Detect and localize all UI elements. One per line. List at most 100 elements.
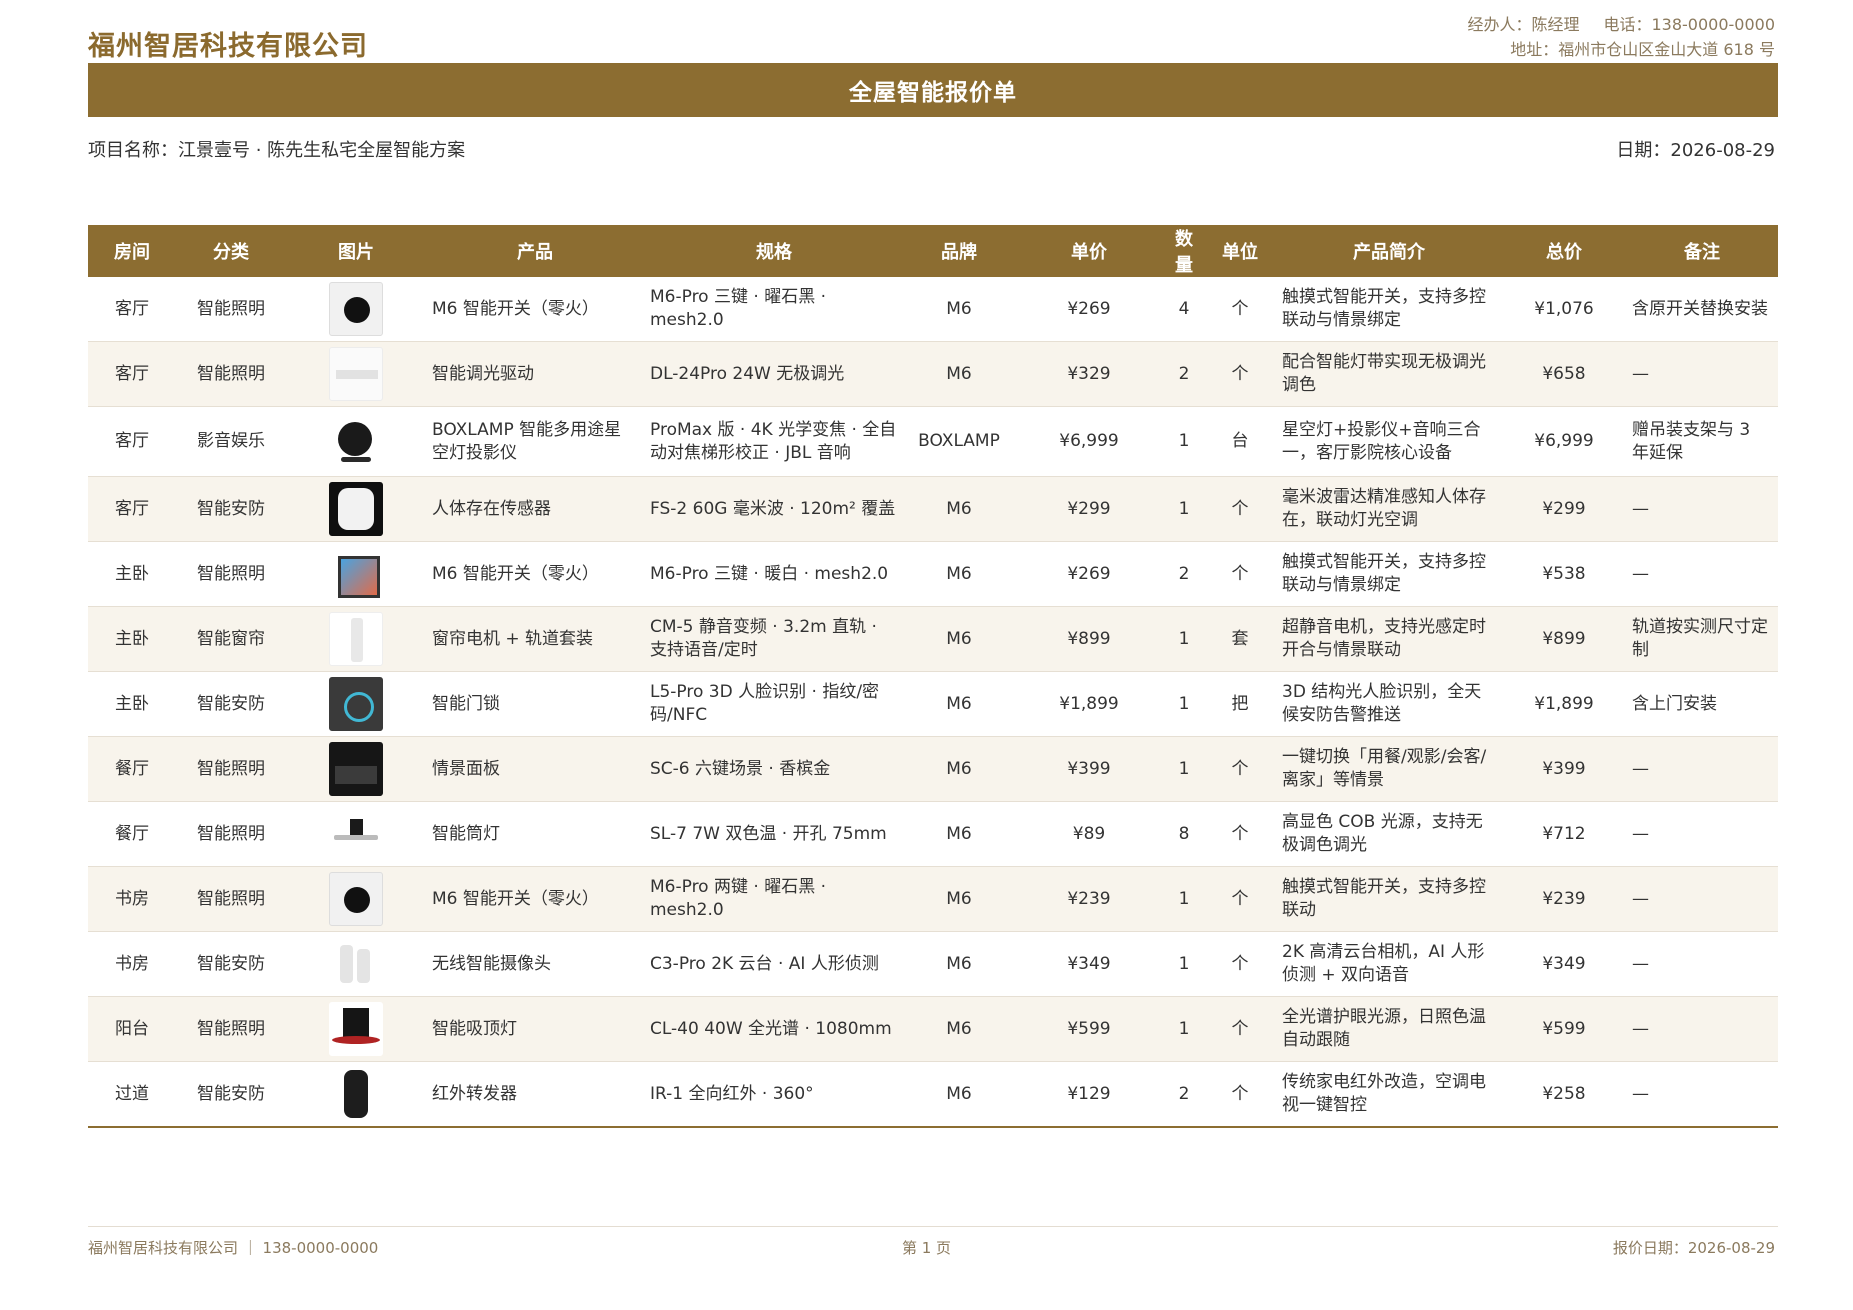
room-cell: 客厅 xyxy=(88,406,176,477)
intro-cell: 星空灯+投影仪+音响三合一，客厅影院核心设备 xyxy=(1276,406,1502,477)
product-cell: 红外转发器 xyxy=(426,1061,644,1128)
product-cell: 情景面板 xyxy=(426,736,644,802)
room-cell: 书房 xyxy=(88,866,176,932)
note-cell: — xyxy=(1626,736,1778,802)
qty-cell: 2 xyxy=(1164,341,1204,407)
intro-cell: 3D 结构光人脸识别，全天候安防告警推送 xyxy=(1276,671,1502,737)
spec-cell: SL-7 7W 双色温 · 开孔 75mm xyxy=(644,801,904,867)
unit-cell: 个 xyxy=(1204,866,1276,932)
intro-cell: 超静音电机，支持光感定时开合与情景联动 xyxy=(1276,606,1502,672)
category-cell: 智能安防 xyxy=(176,931,286,997)
product-cell: 人体存在传感器 xyxy=(426,476,644,542)
unit-cell: 个 xyxy=(1204,1061,1276,1128)
qty-cell: 4 xyxy=(1164,277,1204,342)
table-row: 客厅 智能照明 M6 智能开关（零火） M6-Pro 三键 · 曜石黑 · mesh2… xyxy=(88,277,1778,342)
image-cell xyxy=(286,671,426,737)
product-cell: 窗帘电机 + 轨道套装 xyxy=(426,606,644,672)
room-cell: 餐厅 xyxy=(88,736,176,802)
unit-cell: 个 xyxy=(1204,476,1276,542)
table-row: 书房 智能安防 无线智能摄像头 C3-Pro 2K 云台 · AI 人形侦测 M6 ¥34… xyxy=(88,931,1778,997)
qty-cell: 2 xyxy=(1164,1061,1204,1128)
col-header-brand: 品牌 xyxy=(904,225,1014,277)
table-row: 主卧 智能窗帘 窗帘电机 + 轨道套装 CM-5 静音变频 · 3.2m 直轨 · 支… xyxy=(88,606,1778,672)
contact-info: 经办人：陈经理 电话：138-0000-0000 地址：福州市仓山区金山大道 61… xyxy=(1467,12,1775,62)
room-cell: 阳台 xyxy=(88,996,176,1062)
col-header-product: 产品 xyxy=(426,225,644,277)
unit-cell: 个 xyxy=(1204,341,1276,407)
total-cell: ¥899 xyxy=(1502,606,1626,672)
room-cell: 主卧 xyxy=(88,541,176,607)
brand-cell: M6 xyxy=(904,1061,1014,1128)
note-cell: — xyxy=(1626,931,1778,997)
qty-cell: 2 xyxy=(1164,541,1204,607)
footer-divider xyxy=(88,1226,1778,1227)
brand-cell: M6 xyxy=(904,866,1014,932)
spec-cell: DL-24Pro 24W 无极调光 xyxy=(644,341,904,407)
brand-cell: M6 xyxy=(904,606,1014,672)
product-image xyxy=(329,282,383,336)
category-cell: 智能安防 xyxy=(176,1061,286,1128)
room-cell: 餐厅 xyxy=(88,801,176,867)
unit-price-cell: ¥329 xyxy=(1014,341,1164,407)
product-image xyxy=(329,482,383,536)
table-row: 客厅 影音娱乐 BOXLAMP 智能多用途星空灯投影仪 ProMax 版 · 4K 光… xyxy=(88,406,1778,477)
brand-cell: M6 xyxy=(904,277,1014,342)
qty-cell: 1 xyxy=(1164,406,1204,477)
brand-cell: M6 xyxy=(904,476,1014,542)
image-cell xyxy=(286,801,426,867)
room-cell: 客厅 xyxy=(88,476,176,542)
table-header-row: 房间 分类 图片 产品 规格 品牌 单价 数量 单位 产品简介 总价 备注 xyxy=(88,225,1778,277)
table-row: 餐厅 智能照明 情景面板 SC-6 六键场景 · 香槟金 M6 ¥399 1 个一键切换「用餐… xyxy=(88,736,1778,802)
table-row: 主卧 智能照明 M6 智能开关（零火） M6-Pro 三键 · 暖白 · mesh2.… xyxy=(88,541,1778,607)
category-cell: 影音娱乐 xyxy=(176,406,286,477)
total-cell: ¥299 xyxy=(1502,476,1626,542)
total-cell: ¥712 xyxy=(1502,801,1626,867)
qty-cell: 8 xyxy=(1164,801,1204,867)
footer-quote-date: 报价日期：2026-08-29 xyxy=(1612,1239,1775,1257)
note-cell: — xyxy=(1626,996,1778,1062)
spec-cell: SC-6 六键场景 · 香槟金 xyxy=(644,736,904,802)
image-cell xyxy=(286,541,426,607)
unit-cell: 个 xyxy=(1204,277,1276,342)
qty-cell: 1 xyxy=(1164,606,1204,672)
spec-cell: CL-40 40W 全光谱 · 1080mm xyxy=(644,996,904,1062)
brand-cell: M6 xyxy=(904,931,1014,997)
quote-date: 日期：2026-08-29 xyxy=(1616,140,1775,161)
product-cell: 智能调光驱动 xyxy=(426,341,644,407)
note-cell: — xyxy=(1626,1061,1778,1128)
brand-cell: M6 xyxy=(904,996,1014,1062)
product-cell: M6 智能开关（零火） xyxy=(426,866,644,932)
company-name: 福州智居科技有限公司 xyxy=(88,31,368,62)
product-image xyxy=(329,414,383,469)
note-cell: — xyxy=(1626,476,1778,542)
spec-cell: C3-Pro 2K 云台 · AI 人形侦测 xyxy=(644,931,904,997)
table-body: 客厅 智能照明 M6 智能开关（零火） M6-Pro 三键 · 曜石黑 · mesh2… xyxy=(88,277,1778,1128)
product-image xyxy=(329,677,383,731)
unit-cell: 个 xyxy=(1204,736,1276,802)
brand-cell: M6 xyxy=(904,341,1014,407)
product-cell: 智能吸顶灯 xyxy=(426,996,644,1062)
address-text: 地址：福州市仓山区金山大道 618 号 xyxy=(1510,40,1775,59)
qty-cell: 1 xyxy=(1164,931,1204,997)
total-cell: ¥399 xyxy=(1502,736,1626,802)
category-cell: 智能照明 xyxy=(176,541,286,607)
col-header-qty: 数量 xyxy=(1164,225,1204,277)
category-cell: 智能照明 xyxy=(176,341,286,407)
unit-cell: 套 xyxy=(1204,606,1276,672)
intro-cell: 全光谱护眼光源，日照色温自动跟随 xyxy=(1276,996,1502,1062)
room-cell: 主卧 xyxy=(88,606,176,672)
product-image xyxy=(329,807,383,861)
image-cell xyxy=(286,341,426,407)
category-cell: 智能照明 xyxy=(176,866,286,932)
product-image xyxy=(329,547,383,601)
category-cell: 智能安防 xyxy=(176,476,286,542)
qty-cell: 1 xyxy=(1164,476,1204,542)
qty-cell: 1 xyxy=(1164,671,1204,737)
unit-price-cell: ¥269 xyxy=(1014,277,1164,342)
image-cell xyxy=(286,1061,426,1128)
note-cell: — xyxy=(1626,341,1778,407)
product-cell: 无线智能摄像头 xyxy=(426,931,644,997)
table-row: 客厅 智能照明 智能调光驱动 DL-24Pro 24W 无极调光 M6 ¥329 2 个配合智… xyxy=(88,341,1778,407)
col-header-unit: 单位 xyxy=(1204,225,1276,277)
category-cell: 智能安防 xyxy=(176,671,286,737)
